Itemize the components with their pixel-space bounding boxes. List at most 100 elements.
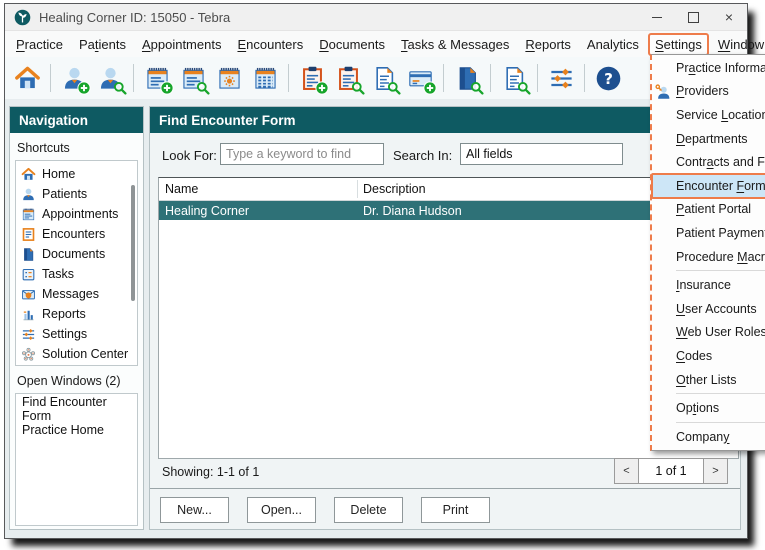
settings-menu-item-other-lists[interactable]: Other Lists <box>652 368 765 392</box>
settings-menu-item-web-user-roles[interactable]: Web User Roles <box>652 321 765 345</box>
toolbar-divider <box>584 64 585 92</box>
sidebar-item-label: Home <box>42 167 76 181</box>
sidebar-item-label: Messages <box>42 287 99 301</box>
find-claim-button[interactable] <box>366 60 402 96</box>
find-appointment-button[interactable] <box>175 60 211 96</box>
toolbar-group: ? <box>590 60 626 96</box>
sidebar-item-tasks[interactable]: Tasks <box>16 264 137 284</box>
sidebar-item-patients[interactable]: Patients <box>16 184 137 204</box>
look-for-label: Look For: <box>162 148 217 163</box>
calendar-month-view-button[interactable] <box>247 60 283 96</box>
find-document-button[interactable] <box>449 60 485 96</box>
settings-menu-item-service-locations[interactable]: Service Locations <box>652 103 765 127</box>
screen: Healing Corner ID: 15050 - Tebra × Pract… <box>0 0 765 550</box>
menu-patients[interactable]: Patients <box>73 34 132 55</box>
home-icon <box>14 65 41 92</box>
sidebar-item-messages[interactable]: Messages <box>16 284 137 304</box>
app-window: Healing Corner ID: 15050 - Tebra × Pract… <box>4 3 764 539</box>
find-report-button[interactable] <box>496 60 532 96</box>
menu-documents[interactable]: Documents <box>313 34 391 55</box>
sidebar-item-reports[interactable]: Reports <box>16 304 137 324</box>
practice-home-button[interactable] <box>9 60 45 96</box>
new-encounter-button[interactable] <box>294 60 330 96</box>
new-button[interactable]: New... <box>160 497 229 523</box>
settings-menu-item-user-accounts[interactable]: User Accounts <box>652 297 765 321</box>
page-prev-button[interactable]: < <box>614 458 639 484</box>
find-patient-button[interactable] <box>92 60 128 96</box>
menu-item-label: Departments <box>676 131 748 146</box>
sidebar-item-label: Encounters <box>42 227 106 241</box>
settings-menu-item-encounter-forms[interactable]: Encounter Forms <box>651 172 765 199</box>
menu-tasks-messages[interactable]: Tasks & Messages <box>395 34 515 55</box>
menu-practice[interactable]: Practice <box>10 34 69 55</box>
new-patient-button[interactable] <box>56 60 92 96</box>
open-button[interactable]: Open... <box>247 497 316 523</box>
minimize-button[interactable] <box>639 4 675 30</box>
help-button[interactable]: ? <box>590 60 626 96</box>
search-badge-icon <box>387 81 401 95</box>
settings-menu-item-company[interactable]: Company <box>652 425 765 449</box>
menu-item-label: Options <box>676 401 720 416</box>
toolbar-group <box>543 60 579 96</box>
settings-menu-item-practice-information[interactable]: Practice Information <box>652 56 765 80</box>
settings-menu-item-procedure-macros[interactable]: Procedure Macros <box>652 245 765 269</box>
new-payment-button[interactable] <box>402 60 438 96</box>
sidebar-item-label: Patients <box>42 187 88 201</box>
settings-menu-item-providers[interactable]: Providers <box>652 80 765 104</box>
shortcuts-scrollbar[interactable] <box>131 185 135 301</box>
open-window-find-encounter-form[interactable]: Find Encounter Form <box>16 395 137 423</box>
toolbar-divider <box>443 64 444 92</box>
settings-menu-item-options[interactable]: Options <box>652 396 765 420</box>
toolbar-group <box>294 60 438 96</box>
settings-menu-item-insurance[interactable]: Insurance <box>652 273 765 297</box>
find-encounter-button[interactable] <box>330 60 366 96</box>
cal-sun-icon <box>216 65 243 92</box>
navigation-header: Navigation <box>10 107 143 133</box>
new-appointment-button[interactable] <box>139 60 175 96</box>
sidebar-item-documents[interactable]: Documents <box>16 244 137 264</box>
menu-reports[interactable]: Reports <box>519 34 577 55</box>
maximize-button[interactable] <box>675 4 711 30</box>
cell-name: Healing Corner <box>165 203 250 218</box>
menu-encounters[interactable]: Encounters <box>231 34 309 55</box>
close-button[interactable]: × <box>711 4 747 30</box>
note-icon <box>21 207 36 222</box>
menu-item-label: Patient Portal <box>676 202 752 217</box>
shortcuts-list: Home Patients Appointments Encounters Docume… <box>15 160 138 366</box>
sidebar-item-encounters[interactable]: Encounters <box>16 224 137 244</box>
sidebar-item-settings[interactable]: Settings <box>16 324 137 344</box>
search-badge-icon <box>113 81 127 95</box>
encounter-icon <box>21 227 36 242</box>
menu-appointments[interactable]: Appointments <box>136 34 228 55</box>
look-for-input[interactable] <box>220 143 384 165</box>
settings-menu-item-codes[interactable]: Codes <box>652 344 765 368</box>
customize-button[interactable] <box>543 60 579 96</box>
toolbar-divider <box>490 64 491 92</box>
footer-divider <box>150 488 740 489</box>
delete-button[interactable]: Delete <box>334 497 403 523</box>
menu-item-label: Patient Payments <box>676 225 765 240</box>
sidebar-item-solution-center[interactable]: Solution Center <box>16 344 137 364</box>
settings-menu-item-patient-portal[interactable]: Patient Portal <box>652 198 765 222</box>
print-button[interactable]: Print <box>421 497 490 523</box>
sidebar-item-label: Documents <box>42 247 106 261</box>
search-in-dropdown[interactable]: All fields <box>460 143 623 165</box>
menu-item-label: Service Locations <box>676 107 765 122</box>
main-area: Navigation Shortcuts Home Patients Appoint… <box>5 99 747 538</box>
page-next-button[interactable]: > <box>703 458 728 484</box>
sidebar-item-label: Reports <box>42 307 86 321</box>
search-in-label: Search In: <box>393 148 453 163</box>
menu-settings[interactable]: Settings <box>647 32 709 56</box>
calendar-day-view-button[interactable] <box>211 60 247 96</box>
settings-menu-item-departments[interactable]: Departments <box>652 127 765 151</box>
column-divider[interactable] <box>357 180 358 198</box>
toolbar-group <box>56 60 128 96</box>
sidebar-item-label: Tasks <box>42 267 74 281</box>
menu-analytics[interactable]: Analytics <box>581 34 645 55</box>
sidebar-item-home[interactable]: Home <box>16 164 137 184</box>
settings-menu-item-patient-payments[interactable]: Patient Payments <box>652 221 765 245</box>
sidebar-item-appointments[interactable]: Appointments <box>16 204 137 224</box>
column-header-name[interactable]: Name <box>159 178 357 200</box>
menu-window[interactable]: Window <box>712 34 765 55</box>
settings-menu-item-contracts-and-fees[interactable]: Contracts and Fees <box>652 150 765 174</box>
